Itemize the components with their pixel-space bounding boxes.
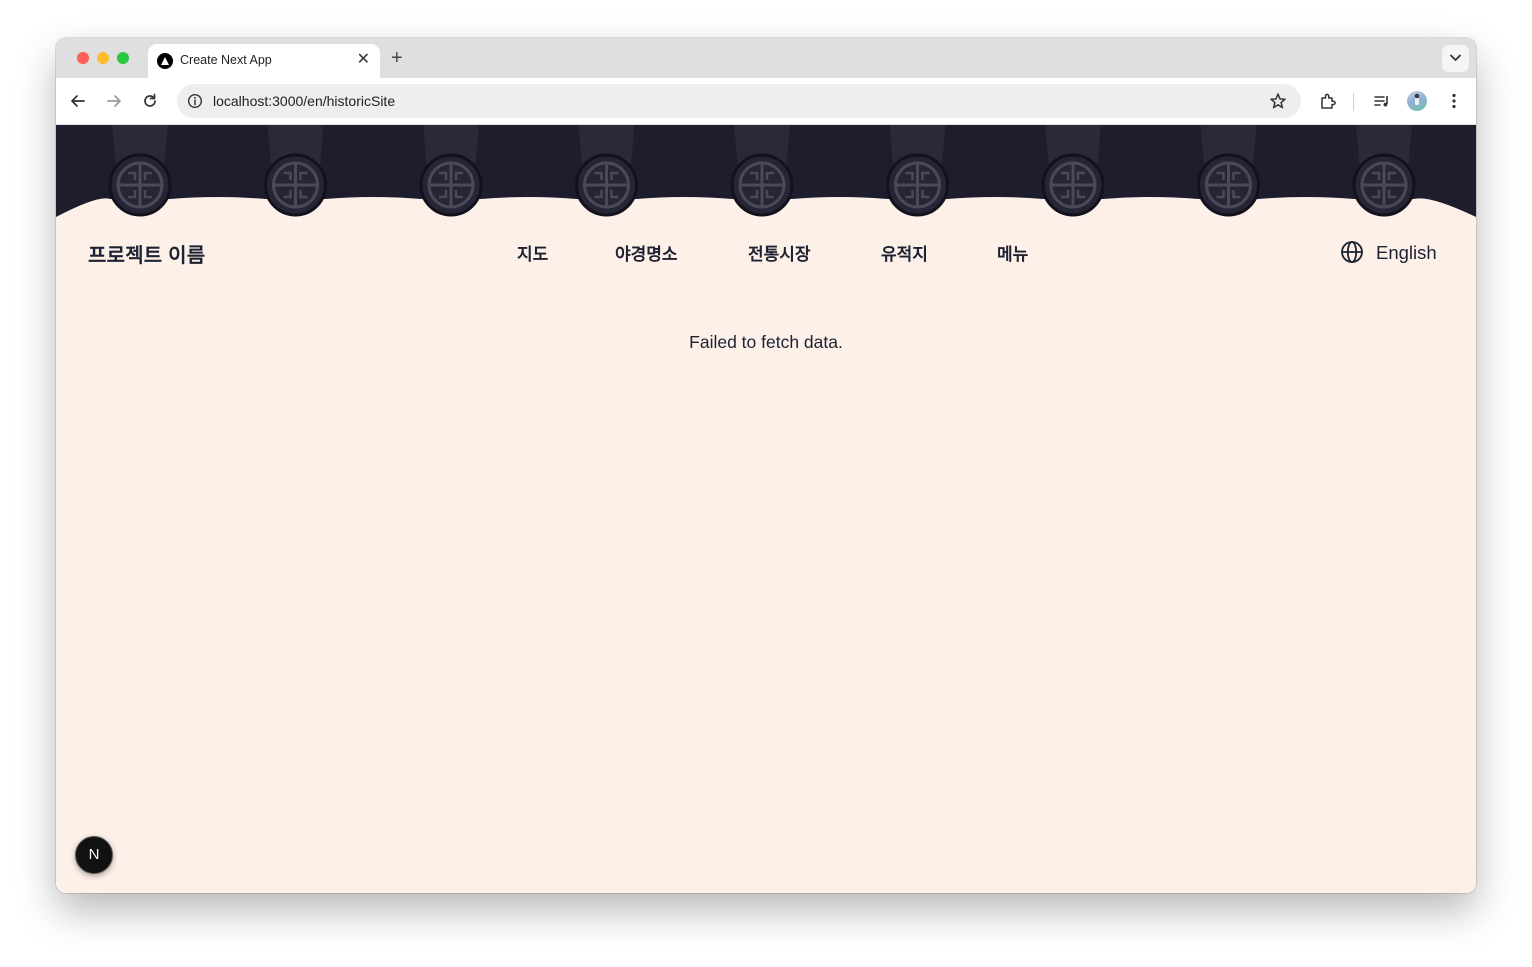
info-icon[interactable] — [187, 93, 203, 109]
maximize-window-button[interactable] — [117, 52, 129, 64]
nav-item-historic-site[interactable]: 유적지 — [881, 240, 928, 265]
toolbar-divider — [1353, 93, 1354, 111]
profile-avatar[interactable] — [1407, 91, 1427, 111]
language-label: English — [1376, 242, 1437, 263]
back-icon[interactable] — [69, 92, 87, 110]
star-icon[interactable] — [1269, 92, 1287, 110]
web-page: 프로젝트 이름 지도 야경명소 전통시장 유적지 메뉴 English Fail… — [56, 125, 1476, 893]
url-text[interactable]: localhost:3000/en/historicSite — [213, 93, 395, 109]
nextjs-dev-tools-button[interactable]: N — [75, 836, 113, 874]
address-bar[interactable]: localhost:3000/en/historicSite — [177, 84, 1301, 118]
reload-icon[interactable] — [141, 92, 159, 110]
browser-toolbar: localhost:3000/en/historicSite — [56, 78, 1476, 125]
error-message: Failed to fetch data. — [689, 332, 843, 352]
extensions-icon[interactable] — [1319, 92, 1337, 110]
globe-icon — [1341, 241, 1363, 263]
tab-strip: Create Next App ✕ + — [56, 38, 1476, 78]
close-window-button[interactable] — [77, 52, 89, 64]
tab-title: Create Next App — [180, 53, 272, 67]
new-tab-button[interactable]: + — [391, 46, 403, 70]
nav-item-map[interactable]: 지도 — [517, 240, 548, 265]
media-control-icon[interactable] — [1373, 92, 1391, 110]
browser-window: Create Next App ✕ + localhost:3000/en/hi… — [56, 38, 1476, 893]
nav-item-traditional-market[interactable]: 전통시장 — [748, 240, 811, 265]
nextjs-favicon-icon — [157, 53, 173, 69]
nextjs-icon: N — [88, 846, 100, 863]
traditional-roof-tiles-banner — [56, 125, 1476, 217]
project-name-logo[interactable]: 프로젝트 이름 — [88, 239, 205, 268]
forward-icon[interactable] — [105, 92, 123, 110]
minimize-window-button[interactable] — [97, 52, 109, 64]
nav-item-menu[interactable]: 메뉴 — [997, 240, 1028, 265]
kebab-menu-icon[interactable] — [1445, 92, 1463, 110]
active-tab[interactable]: Create Next App ✕ — [148, 44, 380, 78]
tab-close-button[interactable]: ✕ — [357, 50, 370, 70]
chevron-down-icon — [1450, 54, 1461, 61]
tab-search-button[interactable] — [1442, 45, 1469, 72]
nav-item-night-view[interactable]: 야경명소 — [615, 240, 678, 265]
